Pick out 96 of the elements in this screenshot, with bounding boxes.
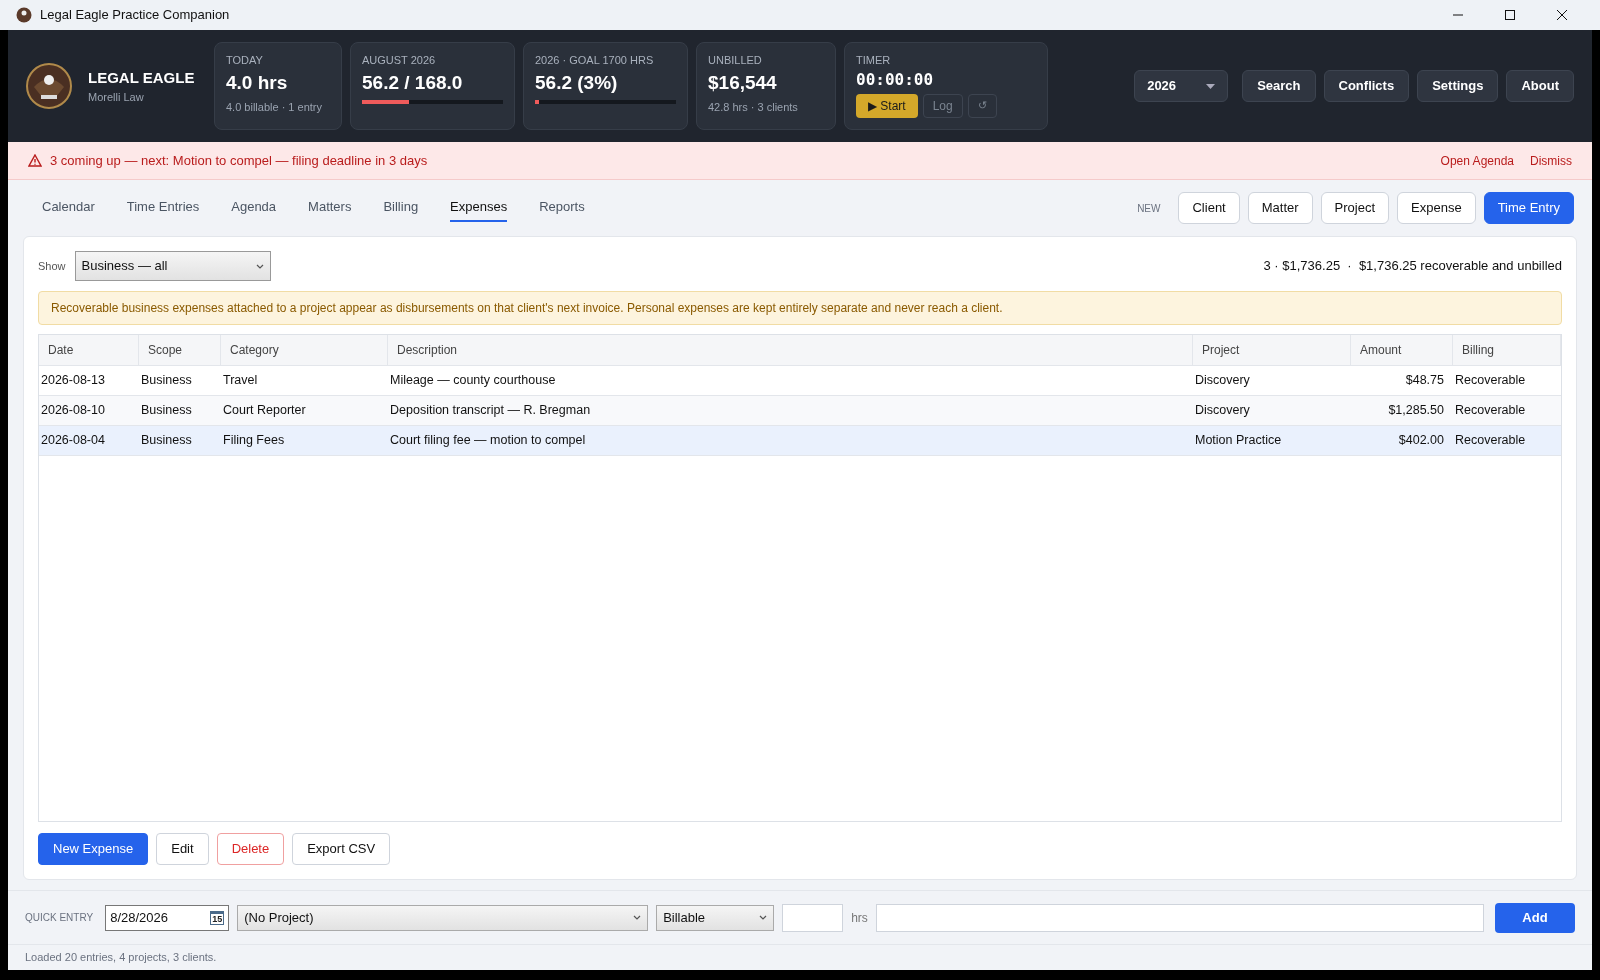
chevron-down-icon: [255, 263, 264, 269]
table-cell-text: Motion Practice: [1195, 432, 1282, 450]
timer-label: TIMER: [856, 53, 892, 68]
warning-icon: [28, 154, 42, 167]
firm-name: Morelli Law: [88, 90, 145, 105]
table-cell-text: Business: [141, 432, 192, 450]
table-cell-text: Travel: [223, 372, 258, 390]
stat-label: AUGUST 2026: [362, 53, 437, 68]
brand-name: LEGAL EAGLE: [88, 67, 196, 88]
expense-summary: 3 · $1,736.25 · $1,736.25 recoverable and unbilled: [1263, 257, 1562, 276]
project-select[interactable]: (No Project): [237, 904, 649, 931]
description-field[interactable]: [875, 903, 1484, 932]
eagle-emblem-icon: [26, 63, 72, 109]
filter-label: Show: [38, 258, 66, 274]
table-cell-text: Business: [141, 372, 192, 390]
nav-tab[interactable]: Reports: [539, 194, 585, 222]
header-button[interactable]: About: [1506, 70, 1574, 102]
stat-detail: 42.8 hrs · 3 clients: [708, 99, 799, 115]
nav-tab[interactable]: Matters: [308, 194, 352, 222]
table-cell-text: Recoverable: [1455, 402, 1526, 420]
stat-value: 56.2 / 168.0: [362, 70, 464, 95]
add-button[interactable]: Add: [1495, 902, 1575, 933]
action-button[interactable]: Export CSV: [292, 833, 391, 865]
table-cell-text: Court Reporter: [223, 402, 306, 420]
table-cell-text: Discovery: [1195, 402, 1250, 420]
caret-icon: [1206, 83, 1216, 89]
chevron-down-icon: [759, 915, 768, 920]
header-button[interactable]: Search: [1242, 70, 1316, 102]
new-button[interactable]: Project: [1320, 192, 1390, 224]
alert-link[interactable]: Dismiss: [1530, 151, 1572, 170]
table-row[interactable]: 2026-08-04 Business Filing Fees Court filing fee — motion to compel Motion Practice $402.00 Recoverable: [39, 426, 1561, 456]
date-field[interactable]: 8/28/2026 15: [105, 904, 230, 931]
new-button[interactable]: Matter: [1247, 192, 1313, 224]
table-cell-text: Mileage — county courthouse: [390, 372, 556, 390]
table-cell-text: Deposition transcript — R. Bregman: [390, 402, 591, 420]
calendar-icon[interactable]: 15: [210, 910, 225, 925]
alert-link[interactable]: Open Agenda: [1440, 151, 1514, 170]
column-header[interactable]: Billing: [1453, 335, 1561, 365]
stat-value: $16,544: [708, 70, 778, 95]
column-header[interactable]: Description: [388, 335, 1193, 365]
table-cell-text: Filing Fees: [223, 432, 285, 450]
quick-entry-label: QUICK ENTRY: [25, 911, 94, 925]
maximize-icon[interactable]: [1504, 9, 1516, 21]
new-button[interactable]: Time Entry: [1483, 192, 1574, 224]
close-icon[interactable]: [1556, 9, 1568, 21]
nav-tab[interactable]: Expenses: [450, 194, 508, 222]
nav-tab[interactable]: Billing: [383, 194, 419, 222]
stat-value: 56.2 (3%): [535, 70, 619, 95]
table-cell-text: $1,285.50: [1388, 402, 1444, 420]
reset-button[interactable]: ↺: [967, 93, 997, 118]
table-cell-text: Business: [141, 402, 192, 420]
filter-select[interactable]: Business — all: [74, 251, 271, 281]
column-header[interactable]: Scope: [139, 335, 221, 365]
billing-select[interactable]: Billable: [656, 904, 775, 931]
nav-tab[interactable]: Time Entries: [126, 194, 200, 222]
table-cell-text: Recoverable: [1455, 372, 1526, 390]
timer-value: 00:00:00: [856, 68, 935, 91]
header-button[interactable]: Settings: [1417, 70, 1499, 102]
stat-label: UNBILLED: [708, 53, 763, 68]
eagle-emblem-icon: [16, 7, 32, 23]
info-notice: Recoverable business expenses attached to a project appear as disbursements on that client's next invoice. Personal expenses are kept entirely separate and never reach a client.: [38, 291, 1562, 325]
action-button[interactable]: New Expense: [38, 833, 149, 865]
nav-tab[interactable]: Calendar: [42, 194, 95, 222]
column-header[interactable]: Amount: [1351, 335, 1453, 365]
window-title: Legal Eagle Practice Companion: [40, 6, 230, 25]
alert-message: 3 coming up — next: Motion to compel — filing deadline in 3 days: [50, 151, 428, 170]
column-header[interactable]: Date: [39, 335, 139, 365]
year-select[interactable]: 2026: [1134, 70, 1229, 102]
table-cell-text: $48.75: [1405, 372, 1444, 390]
header-button[interactable]: Conflicts: [1323, 70, 1410, 102]
hours-field[interactable]: [782, 903, 844, 932]
column-header[interactable]: Project: [1193, 335, 1351, 365]
hours-unit: hrs: [851, 909, 868, 927]
new-button[interactable]: Client: [1178, 192, 1240, 224]
table-cell-text: Court filing fee — motion to compel: [390, 432, 586, 450]
new-button[interactable]: Expense: [1397, 192, 1476, 224]
table-cell-text: $402.00: [1398, 432, 1444, 450]
status-text: Loaded 20 entries, 4 projects, 3 clients.: [25, 950, 217, 966]
nav-tab[interactable]: Agenda: [231, 194, 277, 222]
stat-detail: 4.0 billable · 1 entry: [226, 99, 323, 115]
new-label: NEW: [1137, 201, 1161, 216]
action-button[interactable]: Delete: [216, 833, 285, 865]
chevron-down-icon: [633, 915, 642, 920]
start-button[interactable]: ▶ Start: [856, 93, 918, 118]
stat-value: 4.0 hrs: [226, 70, 289, 95]
stat-label: 2026 · GOAL 1700 HRS: [535, 53, 655, 68]
stat-label: TODAY: [226, 53, 264, 68]
table-cell-text: 2026-08-13: [41, 372, 105, 390]
table-row[interactable]: 2026-08-10 Business Court Reporter Deposition transcript — R. Bregman Discovery $1,285.50 Recoverable: [39, 396, 1561, 426]
action-button[interactable]: Edit: [156, 833, 209, 865]
table-cell-text: Discovery: [1195, 372, 1250, 390]
table-cell-text: 2026-08-04: [41, 432, 105, 450]
log-button[interactable]: Log: [922, 93, 963, 118]
table-cell-text: 2026-08-10: [41, 402, 105, 420]
column-header[interactable]: Category: [221, 335, 388, 365]
table-cell-text: Recoverable: [1455, 432, 1526, 450]
